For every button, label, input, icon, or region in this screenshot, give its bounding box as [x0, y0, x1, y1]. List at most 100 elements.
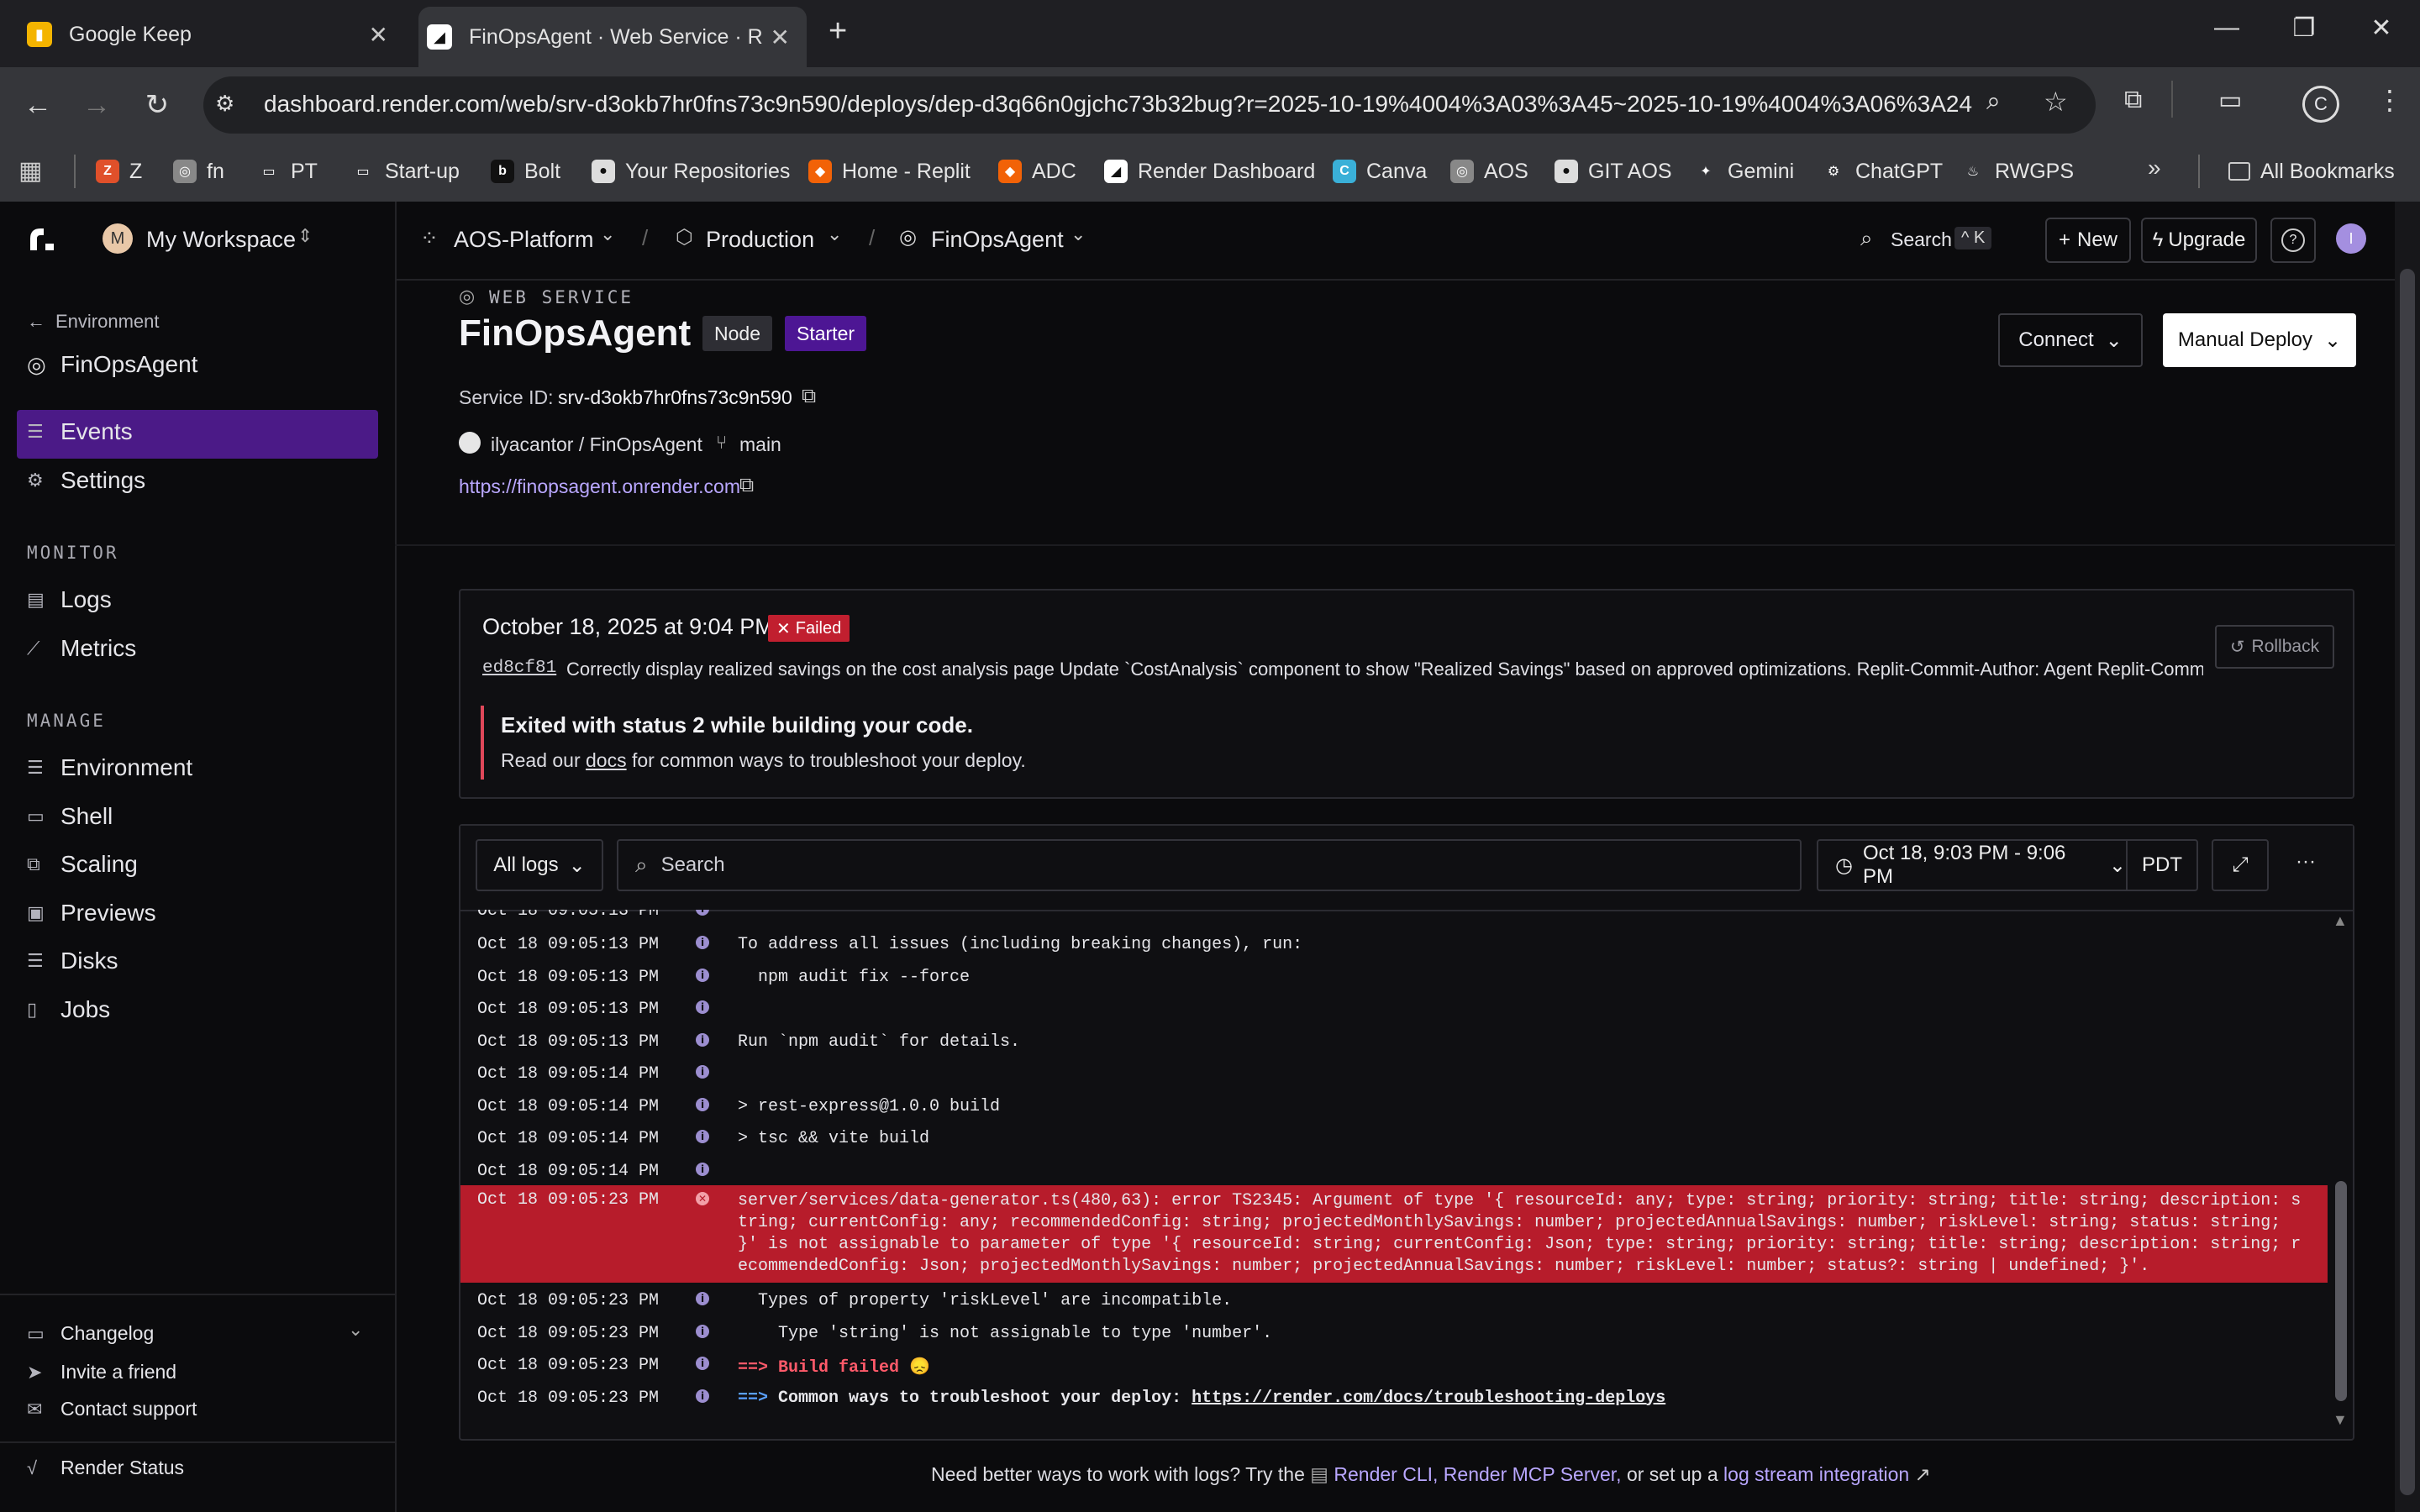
bookmark-item[interactable]: b Bolt [491, 155, 560, 188]
expand-icon[interactable]: ⤢ [2212, 839, 2269, 891]
render-cli-link[interactable]: Render CLI, [1334, 1463, 1438, 1485]
minimize-icon[interactable]: — [2202, 13, 2252, 42]
new-tab-icon[interactable]: + [829, 13, 847, 50]
search-button[interactable]: Search [1891, 228, 1952, 251]
render-mcp-link[interactable]: Render MCP Server, [1444, 1463, 1622, 1485]
bookmark-item[interactable]: ● GIT AOS [1555, 155, 1672, 188]
timezone-select[interactable]: PDT [2126, 839, 2198, 891]
service-url-link[interactable]: https://finopsagent.onrender.com [459, 475, 740, 498]
render-status-link[interactable]: √ Render Status [27, 1457, 184, 1479]
bookmark-item[interactable]: ◆ Home - Replit [808, 155, 971, 188]
site-info-icon[interactable]: ⚙ [215, 91, 234, 117]
sidebar-item-metrics[interactable]: ⟋ Metrics [27, 635, 136, 662]
commit-hash-link[interactable]: ed8cf81 [482, 659, 556, 678]
bookmark-item[interactable]: ZZ [96, 155, 142, 188]
cast-icon[interactable]: ▭ [2218, 86, 2242, 115]
upgrade-button[interactable]: ϟ Upgrade [2141, 218, 2257, 263]
log-stream-link[interactable]: log stream integration [1723, 1463, 1909, 1485]
bookmark-item[interactable]: ♨ RWGPS [1961, 155, 2074, 188]
render-logo-icon[interactable] [25, 222, 59, 255]
breadcrumb-service[interactable]: FinOpsAgent [931, 227, 1064, 253]
connect-button[interactable]: Connect ⌄ [1998, 313, 2143, 367]
sidebar-item-label: Shell [60, 802, 113, 829]
bookmark-item[interactable]: ✦ Gemini [1694, 155, 1794, 188]
search-icon[interactable]: ⌕ [1860, 225, 1873, 252]
log-filter-select[interactable]: All logs ⌄ [476, 839, 603, 891]
bookmark-label: Start-up [385, 159, 460, 183]
menu-icon[interactable]: ⋮ [2376, 84, 2403, 116]
docs-link[interactable]: docs [586, 749, 627, 771]
bookmark-item[interactable]: ▭ PT [257, 155, 318, 188]
sidebar-item-disks[interactable]: ☰ Disks [27, 948, 118, 974]
globe-icon: ◎ [1450, 160, 1474, 183]
reload-icon[interactable]: ↻ [136, 84, 178, 126]
zoom-icon[interactable]: ⌕ [1986, 87, 2001, 116]
close-icon[interactable]: ✕ [369, 21, 388, 49]
more-options-icon[interactable]: ··· [2296, 850, 2316, 874]
window-close-icon[interactable]: ✕ [2356, 13, 2407, 43]
chevron-down-icon[interactable]: ⌄ [1071, 223, 1086, 245]
copy-icon[interactable]: ⧉ [802, 385, 816, 408]
bookmark-item[interactable]: ◢ Render Dashboard [1104, 155, 1315, 188]
globe-icon: ◎ [27, 351, 46, 377]
workspace-switcher[interactable]: My Workspace [146, 227, 296, 253]
chevron-updown-icon[interactable]: ⇕ [297, 225, 313, 247]
bookmark-item[interactable]: C Canva [1333, 155, 1427, 188]
url-text[interactable]: dashboard.render.com/web/srv-d3okb7hr0fn… [264, 91, 1972, 118]
star-icon[interactable]: ☆ [2044, 86, 2068, 118]
sidebar-item-previews[interactable]: ▣ Previews [27, 900, 156, 927]
sidebar-item-environment[interactable]: ☰ Environment [27, 754, 192, 781]
repo-link[interactable]: ilyacantor / FinOpsAgent [491, 433, 702, 456]
changelog-link[interactable]: ▭ Changelog [27, 1322, 154, 1345]
breadcrumb-project[interactable]: AOS-Platform [454, 227, 594, 253]
bookmark-item[interactable]: ⚙ ChatGPT [1822, 155, 1943, 188]
tab-finopsagent[interactable]: ◢ FinOpsAgent · Web Service · R ✕ [418, 7, 807, 67]
sidebar-item-settings[interactable]: ⚙ Settings [27, 467, 145, 494]
help-button[interactable]: ? [2270, 218, 2316, 263]
chevron-down-icon[interactable]: ⌄ [827, 223, 842, 245]
bookmark-item[interactable]: ◎ fn [173, 155, 224, 188]
user-avatar[interactable]: I [2336, 223, 2366, 254]
sidebar-item-shell[interactable]: ▭ Shell [27, 803, 113, 830]
github-icon [459, 432, 481, 454]
manual-deploy-button[interactable]: Manual Deploy ⌄ [2163, 313, 2356, 367]
chevron-down-icon[interactable]: ⌄ [348, 1319, 363, 1341]
more-bookmarks-icon[interactable]: » [2148, 155, 2161, 181]
sidebar-item-label: Events [60, 418, 133, 444]
github-icon: ● [592, 160, 615, 183]
chevron-down-icon[interactable]: ⌄ [600, 223, 615, 245]
back-arrow-icon[interactable]: ← [17, 84, 59, 126]
sidebar-item-logs[interactable]: ▤ Logs [27, 586, 112, 613]
all-bookmarks[interactable]: All Bookmarks [2228, 155, 2395, 188]
sidebar-item-events[interactable]: ☰ Events [27, 418, 133, 445]
page-scroll-thumb[interactable] [2400, 269, 2415, 1495]
apps-grid-icon[interactable]: ▦ [18, 156, 42, 186]
rollback-button[interactable]: ↺ Rollback [2215, 625, 2334, 669]
contact-support-link[interactable]: ✉ Contact support [27, 1398, 197, 1420]
scroll-down-icon[interactable]: ▼ [2333, 1411, 2348, 1429]
bookmark-item[interactable]: ▭ Start-up [351, 155, 460, 188]
scroll-up-icon[interactable]: ▲ [2333, 912, 2348, 930]
back-to-environment-link[interactable]: ← Environment [27, 311, 160, 333]
profile-avatar[interactable]: C [2302, 86, 2339, 123]
time-range-select[interactable]: ◷ Oct 18, 9:03 PM - 9:06 PM ⌄ [1817, 839, 2128, 891]
close-icon[interactable]: ✕ [771, 24, 790, 51]
sidebar-item-jobs[interactable]: ▯ Jobs [27, 996, 110, 1023]
extensions-icon[interactable]: ⧉ [2124, 86, 2142, 114]
restore-icon[interactable]: ❐ [2279, 13, 2329, 43]
new-button[interactable]: + New [2045, 218, 2131, 263]
bookmark-item[interactable]: ◎ AOS [1450, 155, 1528, 188]
copy-icon[interactable]: ⧉ [739, 474, 754, 497]
invite-friend-link[interactable]: ➤ Invite a friend [27, 1361, 176, 1383]
log-timestamp: Oct 18 09:05:23 PM [477, 1291, 660, 1310]
sidebar-item-scaling[interactable]: ⧉ Scaling [27, 851, 138, 878]
breadcrumb-environment[interactable]: Production [706, 227, 814, 253]
log-search-input[interactable]: ⌕ Search [617, 839, 1802, 891]
scroll-thumb[interactable] [2335, 1181, 2347, 1401]
forward-arrow-icon[interactable]: → [76, 84, 118, 126]
troubleshoot-link[interactable]: https://render.com/docs/troubleshooting-… [1192, 1389, 1665, 1408]
bookmark-item[interactable]: ◆ ADC [998, 155, 1076, 188]
bookmark-item[interactable]: ● Your Repositories [592, 155, 790, 188]
sidebar-service-name: FinOpsAgent [60, 351, 198, 377]
tab-google-keep[interactable]: ▮ Google Keep ✕ [18, 8, 405, 60]
